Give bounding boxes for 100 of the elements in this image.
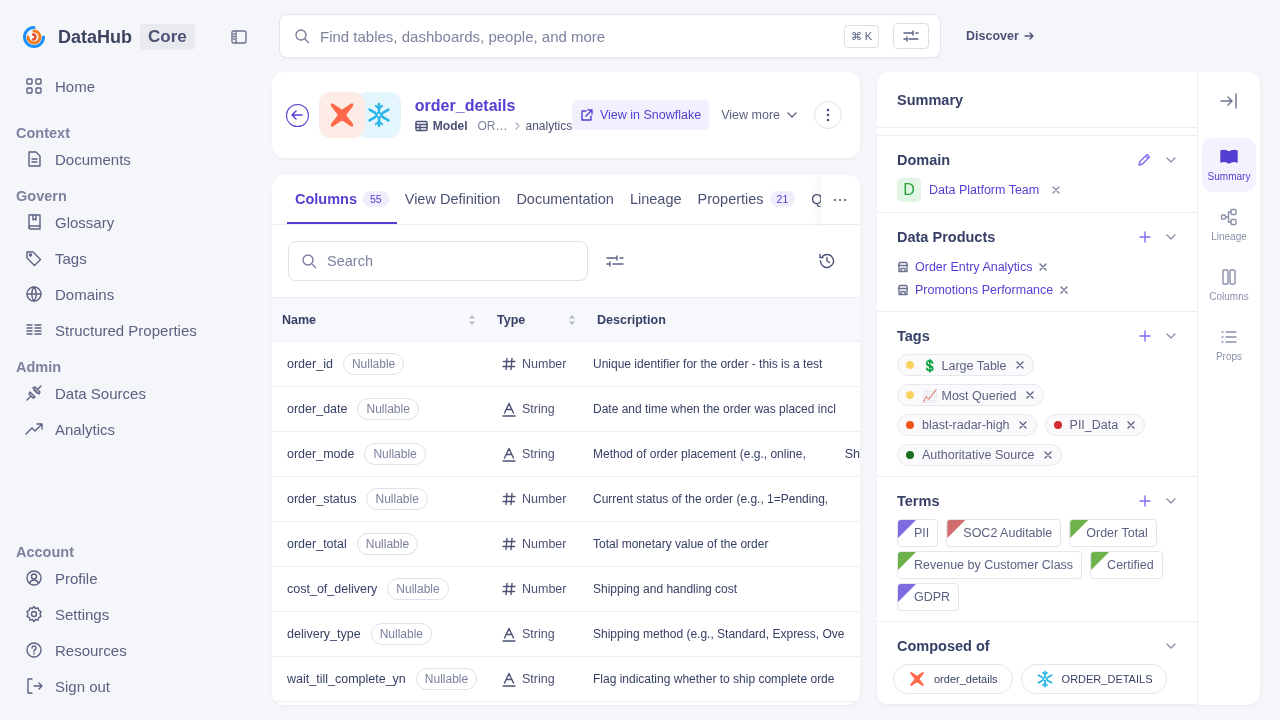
path-link[interactable]: analytics	[525, 119, 573, 133]
remove-icon[interactable]	[1017, 420, 1028, 430]
ellipsis-icon	[833, 197, 848, 202]
tag-icon	[25, 249, 43, 267]
column-name: delivery_type	[287, 627, 361, 641]
glossary-term-chip[interactable]: SOC2 Auditable	[946, 519, 1062, 547]
nav-item[interactable]: Glossary	[16, 204, 115, 240]
table-icon	[414, 120, 428, 132]
plus-icon[interactable]	[1139, 231, 1151, 243]
plus-icon[interactable]	[1139, 330, 1151, 342]
globe-icon	[25, 285, 43, 303]
hash-icon	[502, 582, 516, 596]
nav-item[interactable]: Domains	[16, 276, 115, 312]
grid-icon	[25, 77, 43, 95]
column-description: Date and time when the order was placed incl	[593, 401, 836, 417]
store-icon	[897, 260, 909, 273]
column-type: String	[522, 402, 555, 416]
nav-item[interactable]: Structured Properties	[16, 312, 197, 348]
tab[interactable]: Properties 21	[689, 175, 804, 224]
tag-chip[interactable]: Authoritative Source	[897, 444, 1062, 466]
column-header[interactable]: Description	[597, 312, 666, 327]
section-title: Data Products	[897, 229, 996, 245]
nav-item[interactable]: Tags	[16, 240, 87, 276]
glossary-term-chip[interactable]: GDPR	[897, 583, 960, 611]
column-header[interactable]: Type	[497, 312, 526, 327]
nav-item[interactable]: Sign out	[16, 668, 111, 704]
column-header[interactable]: Name	[282, 312, 317, 327]
nav-item[interactable]: Analytics	[16, 411, 116, 447]
text-type-icon	[502, 671, 516, 687]
hash-icon	[502, 357, 516, 371]
panel-tab[interactable]: Columns	[1202, 258, 1256, 312]
nav-item[interactable]: Home	[16, 68, 95, 104]
remove-icon[interactable]	[1051, 185, 1062, 195]
remove-icon[interactable]	[1024, 390, 1035, 400]
search-bar[interactable]: Find tables, dashboards, people, and more ⌘ K	[279, 14, 941, 58]
column-name: order_date	[287, 402, 348, 416]
tag-chip[interactable]: 💲 Large Table	[897, 354, 1034, 376]
pencil-icon[interactable]	[1137, 153, 1151, 167]
section-heading: Account	[16, 543, 75, 560]
data-product-link[interactable]: Promotions Performance	[915, 282, 1054, 297]
column-description: Total monetary value of the order	[593, 536, 769, 552]
entity-title[interactable]: order_details	[414, 97, 572, 115]
discover-link[interactable]: Discover	[966, 29, 1034, 43]
sliders-icon[interactable]	[606, 253, 624, 269]
collapse-panel-icon[interactable]	[1220, 92, 1238, 110]
view-more-dropdown[interactable]: View more	[715, 102, 804, 128]
tag-chip[interactable]: PII_Data	[1044, 414, 1146, 436]
tab[interactable]: Documentation	[508, 175, 622, 224]
book-icon	[25, 213, 43, 231]
nav-item[interactable]: Settings	[16, 596, 110, 632]
remove-icon[interactable]	[1126, 420, 1137, 430]
tab[interactable]: View Definition	[396, 175, 509, 224]
arrow-right-icon	[1023, 31, 1034, 41]
column-description: Shipping method (e.g., Standard, Express, Ove	[593, 626, 845, 642]
document-icon	[25, 150, 43, 168]
container-link[interactable]: OR…	[477, 119, 508, 133]
search-box[interactable]: Search	[288, 241, 588, 281]
table-cell: Sh	[844, 447, 860, 461]
user-circle-icon	[25, 569, 43, 587]
entity-type: Model	[414, 119, 468, 133]
remove-icon[interactable]	[1014, 360, 1025, 370]
tab[interactable]: Lineage	[621, 175, 690, 224]
remove-icon[interactable]	[1042, 450, 1053, 460]
nav-item[interactable]: Profile	[16, 560, 98, 596]
glossary-term-chip[interactable]: Revenue by Customer Class	[897, 551, 1083, 579]
data-product-link[interactable]: Order Entry Analytics	[915, 259, 1033, 274]
store-icon	[897, 283, 909, 296]
panel-tab[interactable]: Lineage	[1202, 198, 1256, 252]
nav-item[interactable]: Data Sources	[16, 375, 146, 411]
search-icon	[301, 253, 317, 269]
column-description: Flag indicating whether to ship complete orde	[593, 671, 835, 687]
glossary-term-chip[interactable]: Certified	[1090, 551, 1163, 579]
book-icon	[1220, 148, 1238, 166]
section-heading: Govern	[16, 187, 68, 204]
count-badge: 21	[769, 190, 796, 207]
glossary-term-chip[interactable]: Order Total	[1069, 519, 1157, 547]
column-type: Number	[522, 492, 567, 506]
snowflake-icon	[365, 102, 392, 128]
history-icon[interactable]	[818, 252, 836, 270]
remove-icon[interactable]	[1059, 284, 1070, 295]
filter-button[interactable]	[893, 23, 929, 49]
nav-item[interactable]: Resources	[16, 632, 127, 668]
glossary-term-chip[interactable]: PII	[897, 519, 939, 547]
tag-chip[interactable]: blast-radar-high	[897, 414, 1037, 436]
view-in-platform-button[interactable]: View in Snowflake	[571, 100, 710, 130]
remove-icon[interactable]	[1038, 261, 1049, 272]
nav-item[interactable]: Documents	[16, 141, 131, 177]
search-field[interactable]: Find tables, dashboards, people, and more	[318, 26, 836, 46]
sidebar-toggle-icon[interactable]	[230, 28, 248, 46]
plus-icon[interactable]	[1139, 495, 1151, 507]
domain-link[interactable]: Data Platform Team	[929, 183, 1040, 197]
tab[interactable]: Columns 55	[287, 175, 397, 224]
tag-chip[interactable]: 📈 Most Queried	[897, 384, 1044, 406]
section-title: Composed of	[897, 638, 990, 654]
panel-tab[interactable]: Summary	[1202, 138, 1256, 192]
column-type: String	[522, 447, 555, 461]
column-name: wait_till_complete_yn	[287, 672, 406, 686]
panel-tab[interactable]: Props	[1202, 318, 1256, 372]
logo-icon	[22, 25, 46, 49]
column-type: Number	[522, 537, 567, 551]
